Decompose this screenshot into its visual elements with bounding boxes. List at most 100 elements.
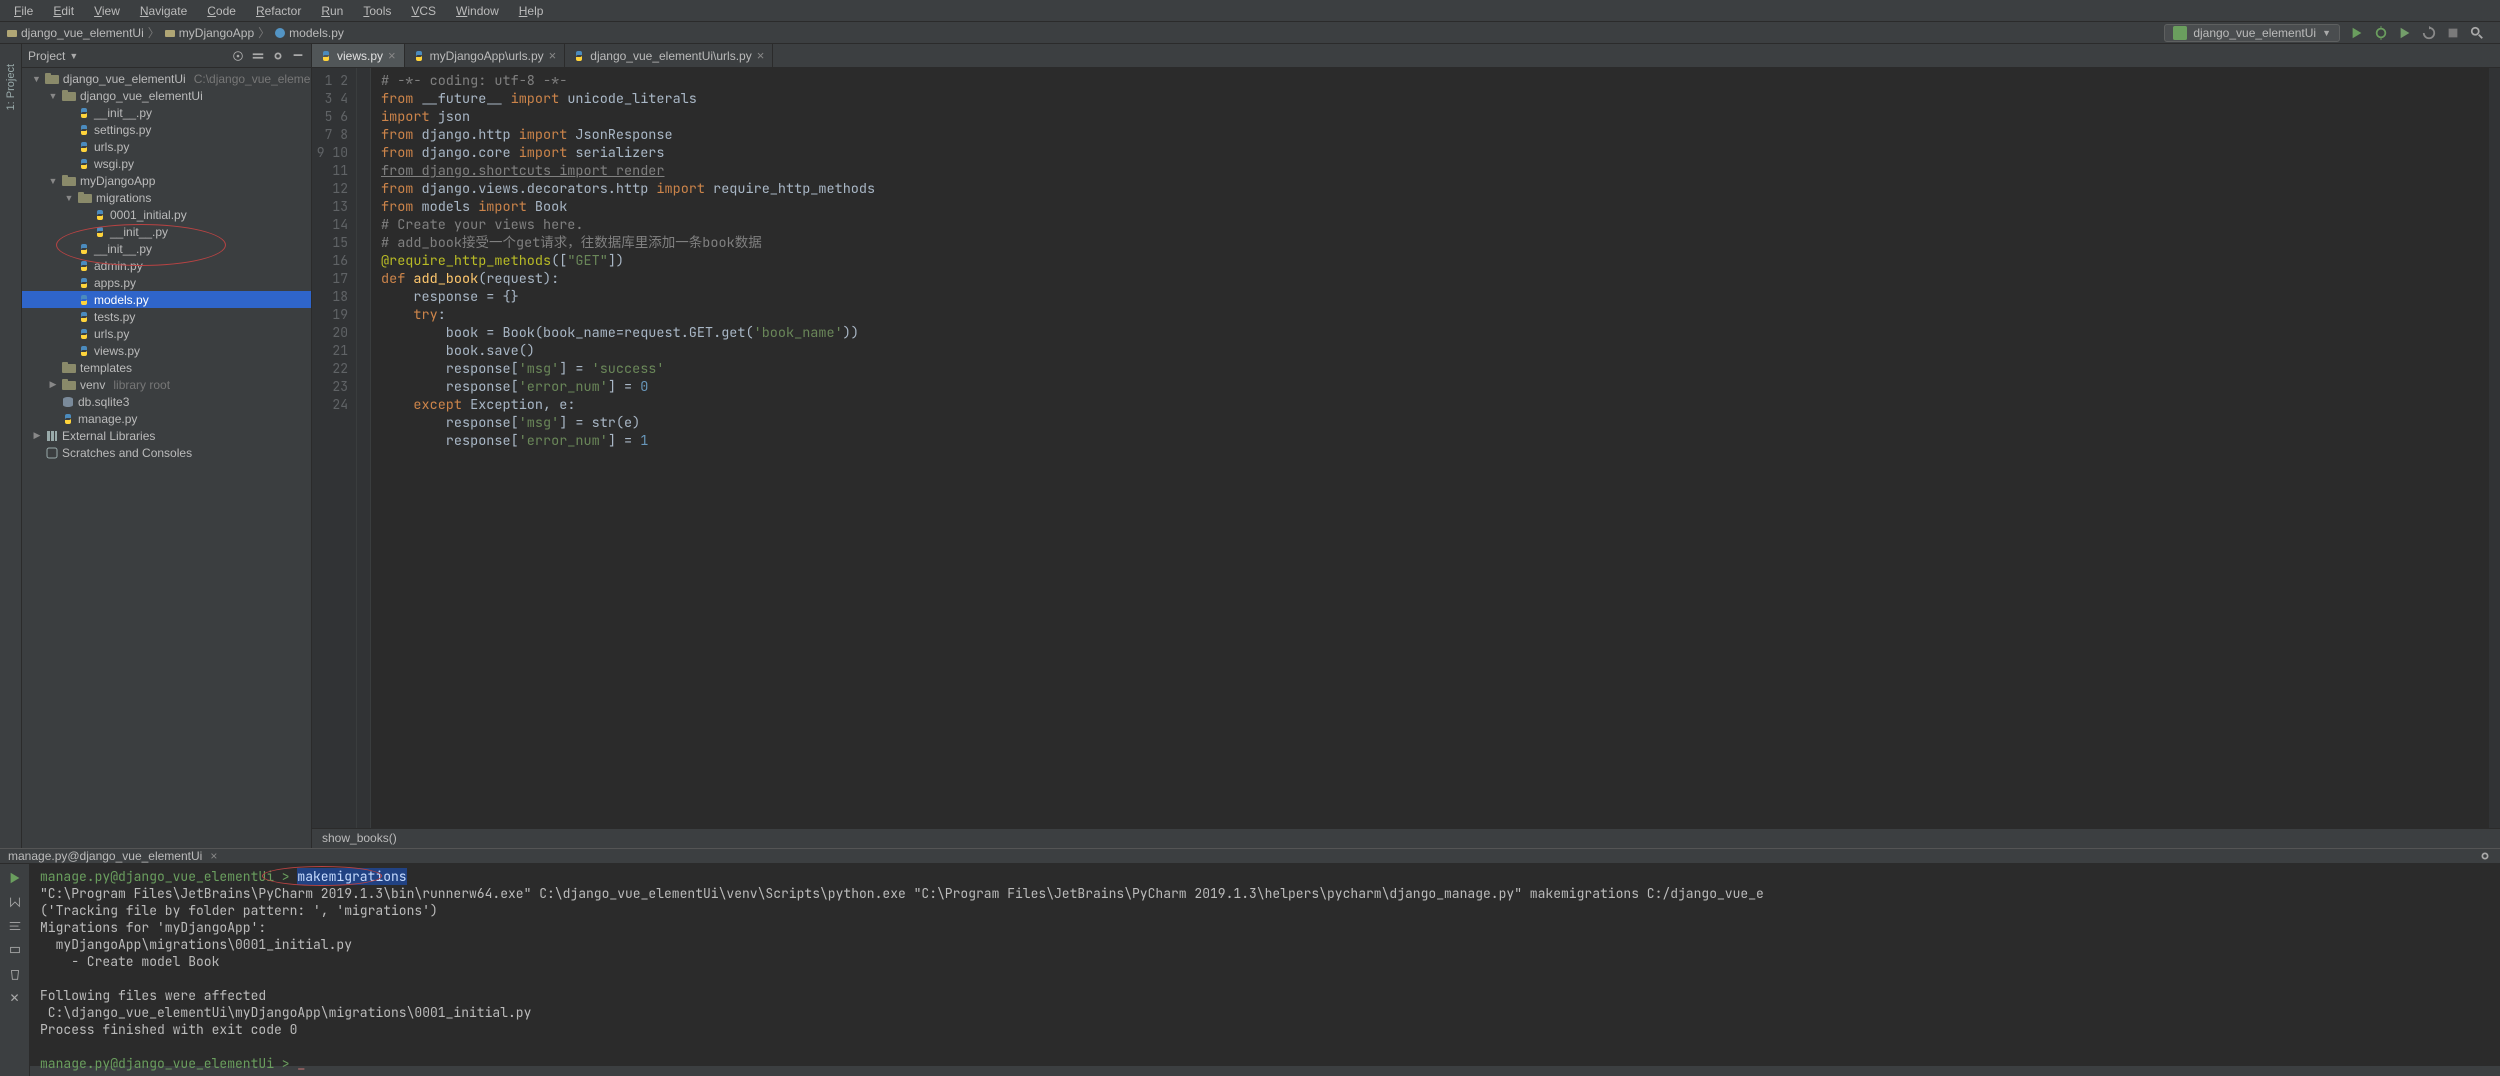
tree-row[interactable]: myDjangoApp (22, 172, 311, 189)
close-icon[interactable]: × (388, 48, 396, 63)
tree-row[interactable]: migrations (22, 189, 311, 206)
error-stripe[interactable] (2488, 68, 2500, 828)
tree-row[interactable]: db.sqlite3 (22, 393, 311, 410)
tree-row[interactable]: admin.py (22, 257, 311, 274)
menu-run[interactable]: Run (313, 2, 351, 20)
code-editor[interactable]: # -*- coding: utf-8 -*-from __future__ i… (371, 68, 2488, 828)
menu-vcs[interactable]: VCS (403, 2, 444, 20)
trash-icon[interactable] (7, 966, 23, 982)
tree-row[interactable]: Scratches and Consoles (22, 444, 311, 461)
search-icon[interactable] (2470, 26, 2484, 40)
soft-wrap-icon[interactable] (7, 918, 23, 934)
debug-icon[interactable] (2374, 26, 2388, 40)
chevron-down-icon[interactable]: ▼ (69, 51, 78, 61)
project-tool-tab[interactable]: 1: Project (5, 64, 17, 110)
tree-item-label: wsgi.py (94, 157, 134, 171)
close-icon[interactable]: × (549, 48, 557, 63)
tree-row[interactable]: 0001_initial.py (22, 206, 311, 223)
run-tool-window: manage.py@django_vue_elementUi × ✕ manag… (0, 848, 2500, 1066)
expand-arrow-icon[interactable] (48, 176, 58, 186)
menu-refactor[interactable]: Refactor (248, 2, 309, 20)
rerun-icon[interactable] (7, 870, 23, 886)
editor-tab[interactable]: django_vue_elementUi\urls.py× (565, 44, 773, 67)
python-file-icon (78, 277, 90, 289)
breadcrumb-segment[interactable]: myDjangoApp (164, 26, 254, 40)
expand-arrow-icon[interactable] (48, 379, 58, 390)
menu-edit[interactable]: Edit (45, 2, 82, 20)
python-file-icon (78, 328, 90, 340)
expand-arrow-icon[interactable] (32, 430, 42, 441)
close-icon[interactable]: × (210, 849, 217, 863)
breadcrumb-segment[interactable]: models.py (274, 26, 344, 40)
menu-window[interactable]: Window (448, 2, 507, 20)
tree-row[interactable]: settings.py (22, 121, 311, 138)
console-prompt: manage.py@django_vue_elementUi > (40, 1055, 297, 1072)
menu-tools[interactable]: Tools (355, 2, 399, 20)
tree-row[interactable]: models.py (22, 291, 311, 308)
editor-tab[interactable]: myDjangoApp\urls.py× (405, 44, 566, 67)
expand-arrow-icon[interactable] (64, 193, 74, 203)
expand-arrow-icon[interactable] (32, 74, 41, 84)
python-file-icon (573, 50, 585, 62)
scroll-to-end-icon[interactable] (7, 894, 23, 910)
close-icon[interactable]: × (757, 48, 765, 63)
run-configuration-selector[interactable]: django_vue_elementUi ▼ (2164, 24, 2340, 42)
tree-row[interactable]: __init__.py (22, 223, 311, 240)
run-with-coverage-icon[interactable] (2398, 26, 2412, 40)
console-output[interactable]: manage.py@django_vue_elementUi > makemig… (30, 864, 2500, 1076)
menu-file[interactable]: File (6, 2, 41, 20)
tree-item-label: 0001_initial.py (110, 208, 187, 222)
tree-row[interactable]: wsgi.py (22, 155, 311, 172)
stop-icon[interactable] (2446, 26, 2460, 40)
run-tab-label[interactable]: manage.py@django_vue_elementUi (8, 849, 202, 863)
menu-view[interactable]: View (86, 2, 128, 20)
tree-item-label: urls.py (94, 140, 129, 154)
editor-tab[interactable]: views.py× (312, 44, 405, 67)
hide-icon[interactable] (291, 49, 305, 63)
tree-row[interactable]: venvlibrary root (22, 376, 311, 393)
print-icon[interactable] (7, 942, 23, 958)
tree-row[interactable]: __init__.py (22, 240, 311, 257)
tree-item-label: views.py (94, 344, 140, 358)
python-file-icon (78, 107, 90, 119)
restart-icon[interactable] (2422, 26, 2436, 40)
python-file-icon (94, 209, 106, 221)
python-file-icon (78, 124, 90, 136)
tree-row[interactable]: apps.py (22, 274, 311, 291)
tree-row[interactable]: tests.py (22, 308, 311, 325)
gear-icon[interactable] (271, 49, 285, 63)
code-breadcrumb[interactable]: show_books() (312, 828, 2500, 848)
run-icon[interactable] (2350, 26, 2364, 40)
tree-item-label: tests.py (94, 310, 135, 324)
locate-icon[interactable] (231, 49, 245, 63)
expand-arrow-icon[interactable] (48, 91, 58, 101)
console-command: makemigrations (297, 868, 406, 885)
tree-item-label: templates (80, 361, 132, 375)
menu-navigate[interactable]: Navigate (132, 2, 195, 20)
tree-row[interactable]: manage.py (22, 410, 311, 427)
python-file-icon (78, 260, 90, 272)
tree-row[interactable]: django_vue_elementUi (22, 87, 311, 104)
close-icon[interactable]: ✕ (7, 990, 23, 1006)
editor-area: views.py×myDjangoApp\urls.py×django_vue_… (312, 44, 2500, 848)
tree-row[interactable]: urls.py (22, 138, 311, 155)
menu-code[interactable]: Code (199, 2, 244, 20)
fold-gutter[interactable] (357, 68, 371, 828)
folder-icon (78, 192, 92, 204)
tree-row[interactable]: django_vue_elementUiC:\django_vue_elemen… (22, 70, 311, 87)
folder-icon (45, 73, 59, 85)
tree-row[interactable]: urls.py (22, 325, 311, 342)
line-number-gutter[interactable]: 1 2 3 4 5 6 7 8 9 10 11 12 13 14 15 16 1… (312, 68, 357, 828)
menu-help[interactable]: Help (511, 2, 552, 20)
gear-icon[interactable] (2478, 849, 2492, 863)
breadcrumb: django_vue_elementUi〉myDjangoApp〉models.… (6, 24, 344, 41)
tree-row[interactable]: views.py (22, 342, 311, 359)
tree-item-label: urls.py (94, 327, 129, 341)
tree-row[interactable]: External Libraries (22, 427, 311, 444)
tree-row[interactable]: templates (22, 359, 311, 376)
python-file-icon (274, 27, 286, 39)
tree-row[interactable]: __init__.py (22, 104, 311, 121)
project-tree[interactable]: django_vue_elementUiC:\django_vue_elemen… (22, 68, 311, 848)
breadcrumb-segment[interactable]: django_vue_elementUi (6, 26, 144, 40)
collapse-all-icon[interactable] (251, 49, 265, 63)
